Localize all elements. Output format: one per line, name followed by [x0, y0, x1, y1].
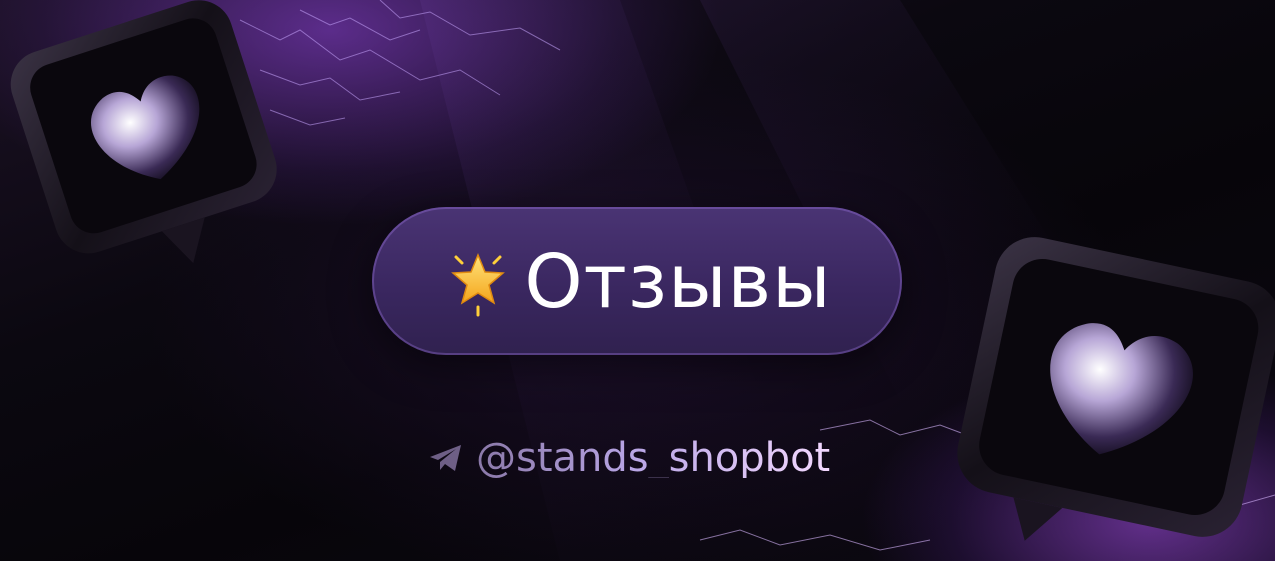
- handle-text: @stands_shopbot: [476, 435, 831, 481]
- banner: Отзывы @stands_shopbot: [0, 0, 1275, 561]
- telegram-icon: [430, 445, 461, 471]
- page-title: Отзывы: [524, 239, 832, 325]
- heart-notification-icon-left: [10, 0, 277, 264]
- glowing-star-icon: [451, 253, 506, 317]
- title-pill: Отзывы: [372, 207, 902, 355]
- telegram-handle: @stands_shopbot: [428, 430, 830, 486]
